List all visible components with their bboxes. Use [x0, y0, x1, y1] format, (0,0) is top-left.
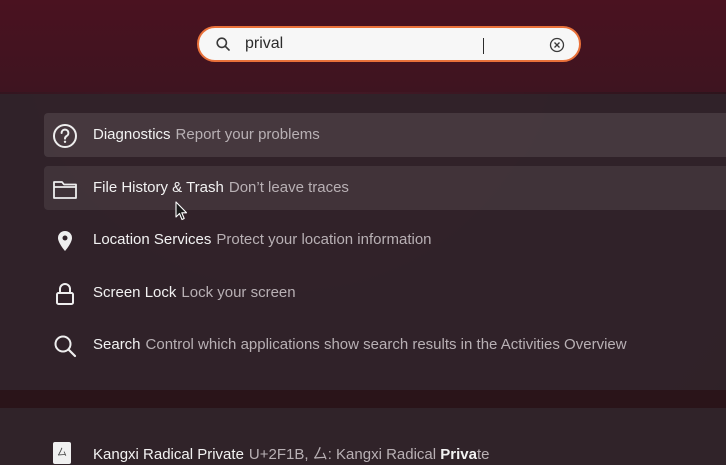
result-diagnostics[interactable]: Diagnostics Report your problems	[44, 113, 726, 157]
characters-results-panel: ⼛ Kangxi Radical Private U+2F1B, ⼛: Kangx…	[0, 408, 726, 465]
result-title: Kangxi Radical Private U+2F1B, ⼛: Kangxi …	[93, 446, 490, 463]
result-description: Protect your location information	[216, 231, 432, 248]
result-title: File History & Trash Don’t leave traces	[93, 179, 349, 196]
search-entry[interactable]	[197, 26, 581, 62]
settings-results-panel: Diagnostics Report your problems File His…	[0, 94, 726, 390]
result-description: Control which applications show search r…	[145, 336, 627, 353]
result-description: U+2F1B, ⼛: Kangxi Radical Private	[248, 446, 490, 463]
activities-overview: DiagnosticsReport your problems File His…	[0, 0, 726, 465]
characters-app-icon: ⼛	[53, 442, 71, 464]
search-icon	[54, 335, 77, 358]
result-file-history-trash[interactable]: File History & Trash Don’t leave traces	[44, 166, 726, 210]
clear-search-icon[interactable]	[549, 37, 565, 53]
help-circle-icon	[53, 124, 77, 148]
mouse-pointer-icon	[175, 201, 188, 221]
result-title: Location Services Protect your location i…	[93, 231, 432, 248]
result-search[interactable]: Search Control which applications show se…	[44, 323, 726, 367]
search-icon	[216, 37, 230, 51]
result-screen-lock[interactable]: Screen Lock Lock your screen	[44, 271, 726, 315]
result-description: Lock your screen	[181, 284, 296, 301]
result-kangxi-radical-private[interactable]: ⼛ Kangxi Radical Private U+2F1B, ⼛: Kangx…	[44, 430, 726, 465]
result-location-services[interactable]: Location Services Protect your location i…	[44, 218, 726, 262]
section-divider	[0, 390, 726, 408]
location-pin-icon	[58, 231, 72, 251]
text-caret	[483, 38, 484, 54]
result-title: Search Control which applications show se…	[93, 336, 627, 353]
result-title: Diagnostics Report your problems	[93, 126, 320, 143]
lock-icon	[56, 283, 74, 305]
result-description: Don’t leave traces	[228, 179, 349, 196]
result-description: Report your problems	[175, 126, 320, 143]
result-title: Screen Lock Lock your screen	[93, 284, 296, 301]
folder-icon	[53, 181, 77, 199]
